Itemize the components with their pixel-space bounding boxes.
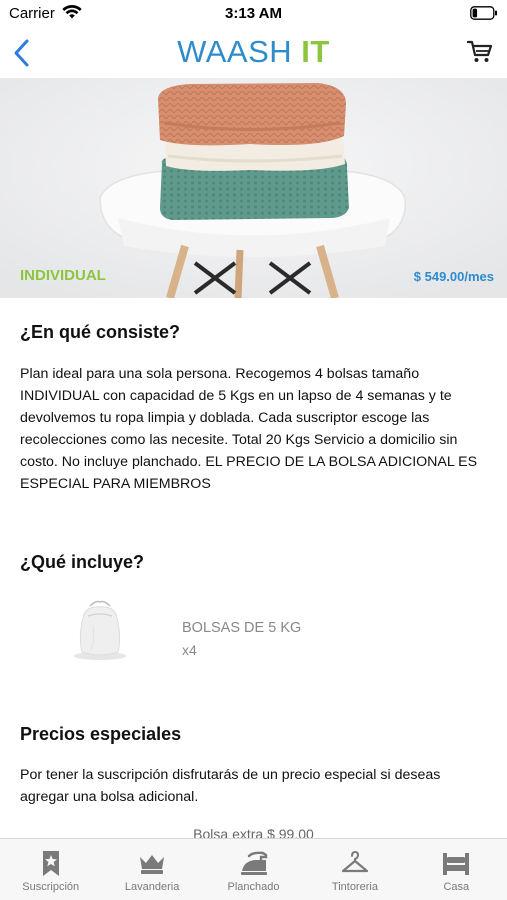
tab-casa[interactable]: Casa (406, 839, 507, 900)
description-line: recolecciones como las necesite. Total 2… (20, 432, 458, 448)
plan-price: $ 549.00/mes (413, 269, 494, 284)
laundry-bag-thumbnail (60, 596, 140, 662)
bookmark-star-icon (36, 849, 66, 877)
special-prices-line: Por tener la suscripción disfrutarás de … (20, 767, 441, 783)
nav-bar: WAASH IT (0, 28, 507, 78)
included-item-name: BOLSAS DE 5 KG (182, 620, 302, 636)
crown-basket-icon (137, 849, 167, 877)
clock: 3:13 AM (225, 5, 282, 22)
description-line: costo. No incluye planchado. EL PRECIO D… (20, 454, 478, 470)
brand-primary: WAASH (177, 34, 293, 69)
tab-label: Tintoreria (331, 881, 378, 893)
section-title-what-is: ¿En qué consiste? (20, 322, 181, 342)
tab-bar: Suscripción Lavanderia Planchado Tintore… (0, 838, 507, 900)
tab-label: Planchado (227, 881, 280, 893)
plan-name: INDIVIDUAL (20, 267, 106, 284)
iron-icon (239, 849, 269, 877)
battery-icon (470, 6, 498, 24)
tab-planchado[interactable]: Planchado (203, 839, 304, 900)
folded-sweaters-image (0, 78, 507, 298)
brand-logo: WAASH IT (0, 34, 507, 70)
tab-label: Suscripción (22, 881, 80, 893)
description-line: Plan ideal para una sola persona. Recoge… (20, 366, 420, 382)
description-paragraph: Plan ideal para una sola persona. Recoge… (20, 363, 494, 495)
tab-lavanderia[interactable]: Lavanderia (101, 839, 202, 900)
section-title-includes: ¿Qué incluye? (20, 552, 145, 572)
bed-icon (441, 849, 471, 877)
section-title-special-prices: Precios especiales (20, 724, 182, 744)
plan-hero-image: INDIVIDUAL $ 549.00/mes (0, 78, 507, 298)
plan-details[interactable]: ¿En qué consiste? Plan ideal para una so… (0, 298, 507, 838)
tab-label: Casa (443, 881, 470, 893)
description-line: ESPECIAL PARA MIEMBROS (20, 476, 211, 492)
tab-tintoreria[interactable]: Tintoreria (304, 839, 405, 900)
description-line: devolvemos tu ropa limpia y doblada. Cad… (20, 410, 430, 426)
brand-accent: IT (301, 34, 330, 69)
status-bar: Carrier 3:13 AM (0, 0, 507, 28)
tab-label: Lavanderia (124, 881, 180, 893)
tab-suscripcion[interactable]: Suscripción (0, 839, 101, 900)
description-line: INDIVIDUAL con capacidad de 5 Kgs en un … (20, 388, 452, 404)
special-prices-paragraph: Por tener la suscripción disfrutarás de … (20, 764, 494, 808)
cart-icon[interactable] (466, 40, 493, 69)
special-prices-line: agregar una bolsa adicional. (20, 789, 199, 805)
included-item-quantity: x4 (182, 642, 197, 658)
extra-bag-price: Bolsa extra $ 99.00 (193, 826, 314, 838)
hanger-icon (340, 849, 370, 877)
